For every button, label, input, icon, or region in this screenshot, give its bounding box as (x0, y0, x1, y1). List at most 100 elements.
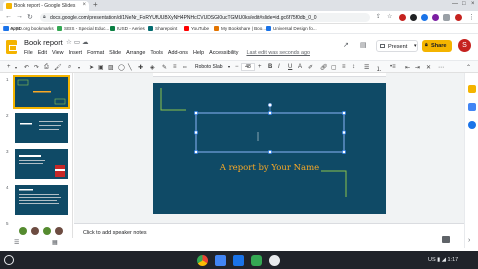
docs-icon[interactable] (215, 255, 226, 266)
forward-icon[interactable]: → (16, 13, 23, 20)
font-size-input[interactable]: 48 (241, 63, 255, 71)
resize-handle[interactable] (268, 111, 272, 115)
minimize-icon[interactable]: — (452, 1, 458, 7)
url-input[interactable]: 🔒︎ docs.google.com/presentation/d/1NeNr_… (40, 13, 370, 22)
image-icon[interactable]: ▨ (108, 64, 114, 71)
maximize-icon[interactable]: □ (462, 1, 466, 7)
list-view-icon[interactable]: ☰ (14, 239, 19, 246)
align-icon[interactable]: ≡ (342, 64, 346, 70)
resize-handle[interactable] (194, 150, 198, 154)
comments-icon[interactable]: ▤ (360, 41, 367, 49)
border-dash-icon[interactable]: ┅ (183, 64, 187, 71)
menu-insert[interactable]: Insert (69, 50, 82, 56)
share-page-icon[interactable]: ⇪ (376, 13, 381, 20)
bookmark-sharepoint[interactable]: Sharepoint (148, 26, 177, 31)
slide-canvas[interactable]: A report by Your Name (153, 83, 386, 214)
present-dropdown-icon[interactable]: ▾ (414, 43, 417, 49)
speaker-notes[interactable]: Click to add speaker notes (74, 223, 464, 248)
slides-logo-icon[interactable] (6, 40, 17, 54)
rotate-handle[interactable] (268, 103, 272, 107)
cloud-saved-icon[interactable]: ☁ (82, 39, 91, 46)
bold-button[interactable]: B (268, 64, 272, 70)
extension-2-icon[interactable] (410, 14, 417, 21)
font-family-select[interactable]: Roboto Slab ▾ (195, 63, 235, 71)
present-button[interactable]: Present ▾ (376, 40, 418, 52)
keep-icon[interactable] (468, 85, 476, 93)
menu-arrange[interactable]: Arrange (126, 50, 145, 56)
explore-icon[interactable] (442, 236, 450, 243)
activity-trend-icon[interactable]: ↗ (343, 41, 349, 49)
resize-handle[interactable] (194, 130, 198, 135)
bulleted-list-icon[interactable]: •≡ (390, 64, 396, 70)
profile-icon[interactable] (455, 14, 462, 21)
tasks-icon[interactable] (468, 103, 476, 111)
menu-tools[interactable]: Tools (150, 50, 163, 56)
collapse-toolbar-icon[interactable]: ⌃ (466, 64, 471, 71)
extensions-puzzle-icon[interactable] (443, 14, 450, 21)
bookmark-youtube[interactable]: YouTube (184, 26, 209, 31)
close-tab-icon[interactable]: × (82, 2, 86, 8)
slide-thumbnail-4[interactable] (15, 185, 68, 215)
link-icon[interactable]: 🔗︎ (320, 64, 328, 71)
grid-view-icon[interactable]: ▦ (52, 239, 58, 246)
extension-1-icon[interactable] (399, 14, 406, 21)
shape-icon[interactable]: ◯ (118, 64, 125, 71)
share-button[interactable]: 🔒︎ Share (422, 40, 452, 52)
back-icon[interactable]: ← (5, 13, 12, 20)
decrease-font-icon[interactable]: − (235, 64, 239, 70)
slide-subtitle[interactable]: A report by Your Name (153, 163, 386, 173)
menu-slide[interactable]: Slide (109, 50, 121, 56)
menu-format[interactable]: Format (87, 50, 104, 56)
bookmark-star-icon[interactable]: ☆ (387, 13, 392, 20)
status-tray[interactable]: US ▮ ◢ 1:17 (428, 257, 458, 263)
launcher-icon[interactable] (4, 255, 14, 265)
resize-handle[interactable] (342, 111, 346, 115)
extension-3-icon[interactable] (421, 14, 428, 21)
clear-formatting-icon[interactable]: ✕ (426, 64, 431, 71)
increase-indent-icon[interactable]: ⇥ (415, 64, 420, 71)
star-icon[interactable]: ☆ (66, 39, 74, 46)
new-slide-icon[interactable]: + (7, 64, 11, 70)
close-window-icon[interactable]: × (471, 1, 475, 7)
zoom-icon[interactable]: ⌕ (68, 64, 71, 71)
resize-handle[interactable] (268, 150, 272, 154)
expand-panel-icon[interactable]: › (468, 237, 470, 244)
fill-color-icon[interactable]: ◈ (150, 64, 155, 71)
menu-file[interactable]: File (24, 50, 33, 56)
highlight-icon[interactable]: ✐ (308, 64, 313, 71)
decrease-indent-icon[interactable]: ⇤ (405, 64, 410, 71)
tab-book-report[interactable]: Book report - Google Slides × (3, 1, 89, 11)
italic-button[interactable]: I (278, 64, 280, 70)
increase-font-icon[interactable]: + (258, 64, 262, 70)
avatar[interactable]: S (458, 39, 471, 52)
extension-4-icon[interactable] (432, 14, 439, 21)
bookmark-iusd-org[interactable]: IUSD.org bookmarks (4, 26, 54, 31)
move-folder-icon[interactable]: ▭ (74, 39, 82, 46)
checklist-icon[interactable]: ☰ (364, 64, 369, 71)
menu-help[interactable]: Help (193, 50, 204, 56)
slide-thumbnail-2[interactable] (15, 113, 68, 143)
document-title[interactable]: Book report (24, 38, 63, 47)
browser-menu-icon[interactable]: ⋮ (468, 13, 475, 21)
insert-comment-icon[interactable]: ▢ (331, 64, 337, 71)
line-icon[interactable]: ╲ (128, 64, 132, 71)
redo-icon[interactable]: ↷ (34, 64, 39, 71)
undo-icon[interactable]: ↶ (24, 64, 29, 71)
menu-add-ons[interactable]: Add-ons (168, 50, 188, 56)
paint-format-icon[interactable]: 🖌︎ (54, 64, 62, 71)
underline-button[interactable]: U (288, 64, 292, 70)
menu-edit[interactable]: Edit (38, 50, 47, 56)
bookmark-aeries[interactable]: IUSD - Aeries (110, 26, 145, 31)
resize-handle[interactable] (194, 111, 198, 115)
camera-icon[interactable] (269, 255, 280, 266)
border-weight-icon[interactable]: ≡ (173, 64, 177, 70)
text-box-icon[interactable]: ▣ (98, 64, 104, 71)
comment-add-icon[interactable]: ✚ (138, 64, 143, 71)
chrome-icon[interactable] (197, 255, 208, 266)
reload-icon[interactable]: ↻ (27, 13, 33, 21)
select-cursor-icon[interactable]: ➤ (89, 64, 94, 71)
zoom-dropdown-icon[interactable]: ▾ (78, 65, 80, 70)
line-spacing-icon[interactable]: ↕ (352, 64, 355, 70)
calendar-icon[interactable] (468, 121, 476, 129)
print-icon[interactable]: ⎙ (44, 64, 49, 71)
